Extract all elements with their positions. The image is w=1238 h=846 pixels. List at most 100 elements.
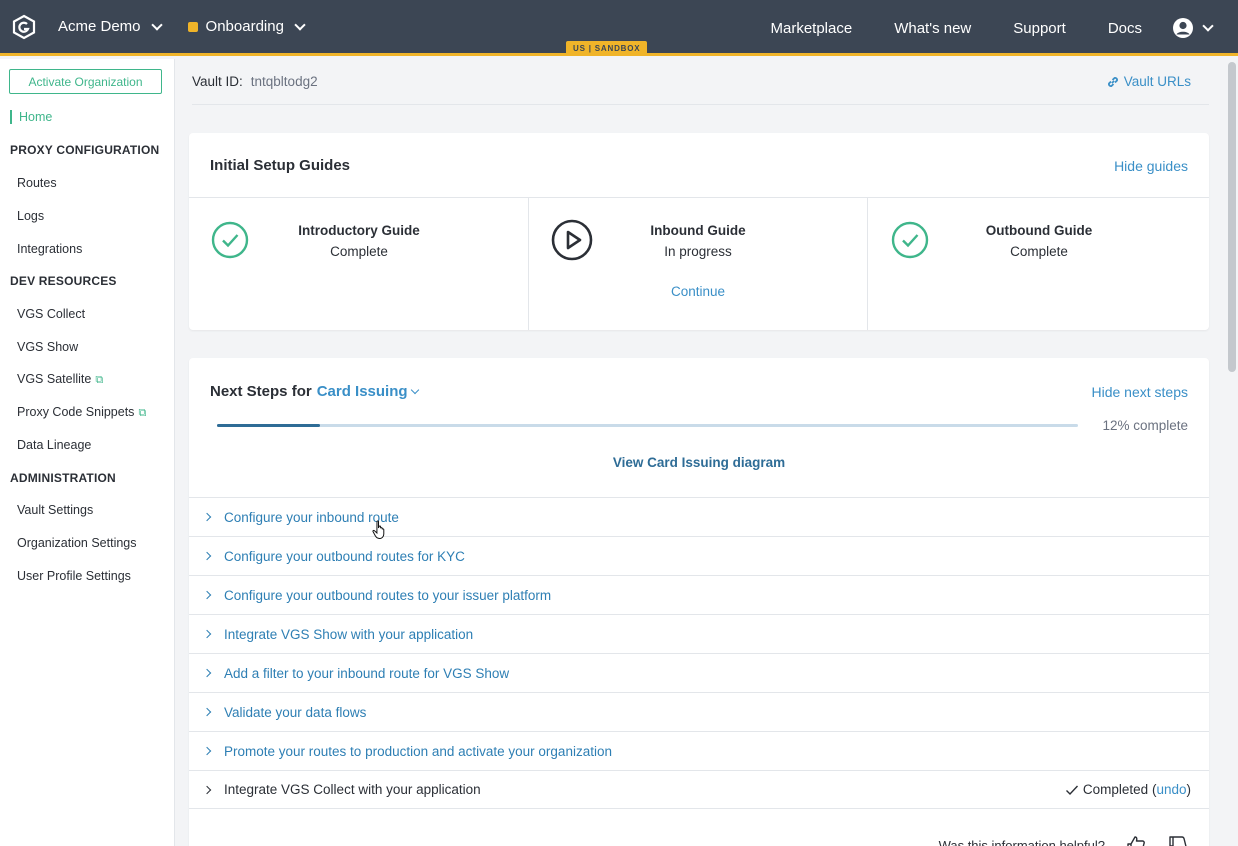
sidebar: Activate Organization Home PROXY CONFIGU… — [0, 59, 175, 846]
vault-name: Onboarding — [205, 18, 284, 35]
step-item[interactable]: Configure your outbound routes to your i… — [189, 575, 1209, 614]
steps-list: Configure your inbound route Configure y… — [189, 497, 1209, 809]
step-label: Promote your routes to production and ac… — [224, 743, 612, 759]
hide-guides-link[interactable]: Hide guides — [1114, 158, 1188, 174]
user-avatar-icon — [1173, 18, 1193, 38]
vgs-logo-icon[interactable] — [10, 13, 38, 41]
guide-status: Complete — [1010, 244, 1068, 259]
region-badge: US | SANDBOX — [566, 41, 648, 55]
page-scrollbar[interactable] — [1228, 62, 1236, 372]
chevron-right-icon — [202, 590, 212, 600]
step-item[interactable]: Configure your inbound route — [189, 497, 1209, 536]
guide-outbound[interactable]: Outbound Guide Complete — [869, 198, 1209, 330]
sidebar-section-administration: ADMINISTRATION — [10, 471, 116, 485]
next-steps-card: Next Steps for Card Issuing Hide next st… — [189, 358, 1209, 846]
nav-marketplace[interactable]: Marketplace — [771, 20, 853, 37]
vault-id-row: Vault ID: tntqbltodg2 Vault URLs — [192, 59, 1209, 105]
step-item[interactable]: Promote your routes to production and ac… — [189, 731, 1209, 770]
chevron-right-icon — [202, 629, 212, 639]
step-label: Validate your data flows — [224, 704, 367, 720]
chevron-right-icon — [202, 707, 212, 717]
track-name: Card Issuing — [316, 383, 408, 400]
thumbs-up-icon[interactable] — [1125, 834, 1147, 846]
sidebar-item-user-profile-settings[interactable]: User Profile Settings — [17, 569, 131, 583]
nav-whats-new[interactable]: What's new — [894, 20, 971, 37]
vault-urls-label: Vault URLs — [1123, 74, 1191, 89]
step-label: Integrate VGS Show with your application — [224, 626, 474, 642]
checkmark-icon — [1065, 785, 1078, 795]
undo-link[interactable]: undo — [1156, 782, 1186, 797]
activate-organization-button[interactable]: Activate Organization — [9, 69, 162, 94]
vault-id-label: Vault ID: — [192, 74, 243, 89]
progress-label: 12% complete — [1102, 418, 1188, 433]
vault-selector[interactable]: Onboarding — [187, 18, 306, 35]
sidebar-section-dev-resources: DEV RESOURCES — [10, 274, 117, 288]
sidebar-item-proxy-code-snippets[interactable]: Proxy Code Snippets ⧉ — [17, 405, 146, 420]
chevron-down-icon — [1202, 20, 1214, 32]
user-menu[interactable] — [1172, 17, 1214, 39]
sidebar-item-data-lineage[interactable]: Data Lineage — [17, 438, 91, 452]
guide-title: Inbound Guide — [650, 223, 746, 238]
completed-status: Completed (undo) — [1065, 782, 1191, 797]
step-item[interactable]: Integrate VGS Show with your application — [189, 614, 1209, 653]
next-steps-prefix: Next Steps for — [210, 383, 312, 400]
guide-title: Outbound Guide — [985, 223, 1093, 238]
step-label: Configure your outbound routes to your i… — [224, 587, 552, 603]
organization-name: Acme Demo — [58, 18, 141, 35]
nav-support[interactable]: Support — [1013, 20, 1066, 37]
sidebar-item-label: VGS Satellite — [17, 372, 92, 386]
view-diagram-link[interactable]: View Card Issuing diagram — [189, 455, 1209, 470]
step-item[interactable]: Validate your data flows — [189, 692, 1209, 731]
external-link-icon: ⧉ — [95, 374, 104, 386]
hide-next-steps-link[interactable]: Hide next steps — [1092, 384, 1189, 400]
step-label: Configure your outbound routes for KYC — [224, 548, 465, 564]
vault-id-value: tntqbltodg2 — [250, 74, 318, 89]
sidebar-item-vgs-satellite[interactable]: VGS Satellite ⧉ — [17, 372, 103, 387]
step-item-completed[interactable]: Integrate VGS Collect with your applicat… — [189, 770, 1209, 809]
feedback-row: Was this information helpful? — [939, 834, 1189, 846]
guide-inbound[interactable]: Inbound Guide In progress Continue — [528, 198, 868, 330]
vault-urls-link[interactable]: Vault URLs — [1106, 74, 1191, 89]
chevron-down-icon — [150, 18, 163, 31]
nav-docs[interactable]: Docs — [1108, 20, 1142, 37]
step-item[interactable]: Configure your outbound routes for KYC — [189, 536, 1209, 575]
step-item[interactable]: Add a filter to your inbound route for V… — [189, 653, 1209, 692]
link-icon — [1107, 76, 1118, 87]
chevron-right-icon — [202, 785, 212, 794]
chevron-down-icon — [294, 18, 306, 31]
sidebar-item-logs[interactable]: Logs — [17, 209, 44, 223]
chevron-right-icon — [202, 668, 212, 678]
sidebar-item-vgs-show[interactable]: VGS Show — [17, 340, 78, 354]
track-selector[interactable]: Card Issuing — [316, 383, 419, 400]
step-label: Integrate VGS Collect with your applicat… — [224, 782, 481, 797]
chevron-right-icon — [202, 512, 212, 522]
progress-bar-fill — [217, 424, 321, 427]
sidebar-item-vault-settings[interactable]: Vault Settings — [17, 503, 93, 517]
chevron-right-icon — [202, 746, 212, 756]
chevron-down-icon — [410, 385, 419, 395]
guide-status: In progress — [664, 244, 732, 259]
initial-setup-guides-card: Initial Setup Guides Hide guides Introdu… — [189, 133, 1209, 330]
continue-guide-link[interactable]: Continue — [529, 284, 867, 299]
sidebar-item-organization-settings[interactable]: Organization Settings — [17, 536, 137, 550]
sidebar-item-home[interactable]: Home — [10, 110, 52, 124]
guide-title: Introductory Guide — [298, 223, 420, 238]
step-label: Add a filter to your inbound route for V… — [224, 665, 510, 681]
thumbs-down-icon[interactable] — [1167, 834, 1189, 846]
environment-color-dot — [187, 21, 198, 32]
completed-label: Completed ( — [1082, 782, 1157, 797]
organization-selector[interactable]: Acme Demo — [58, 18, 163, 35]
completed-close: ) — [1186, 782, 1192, 797]
chevron-right-icon — [202, 551, 212, 561]
guides-title: Initial Setup Guides — [210, 157, 351, 174]
guide-status: Complete — [330, 244, 388, 259]
sidebar-item-routes[interactable]: Routes — [17, 176, 57, 190]
guide-introductory[interactable]: Introductory Guide Complete — [189, 198, 529, 330]
sidebar-item-label: Proxy Code Snippets — [17, 405, 135, 419]
top-nav-links: Marketplace What's new Support Docs — [771, 0, 1238, 56]
sidebar-section-proxy-configuration: PROXY CONFIGURATION — [10, 143, 160, 157]
hand-pointer-cursor-icon — [372, 520, 385, 540]
sidebar-item-integrations[interactable]: Integrations — [17, 242, 82, 256]
helpful-question: Was this information helpful? — [938, 837, 1105, 846]
sidebar-item-vgs-collect[interactable]: VGS Collect — [17, 307, 85, 321]
